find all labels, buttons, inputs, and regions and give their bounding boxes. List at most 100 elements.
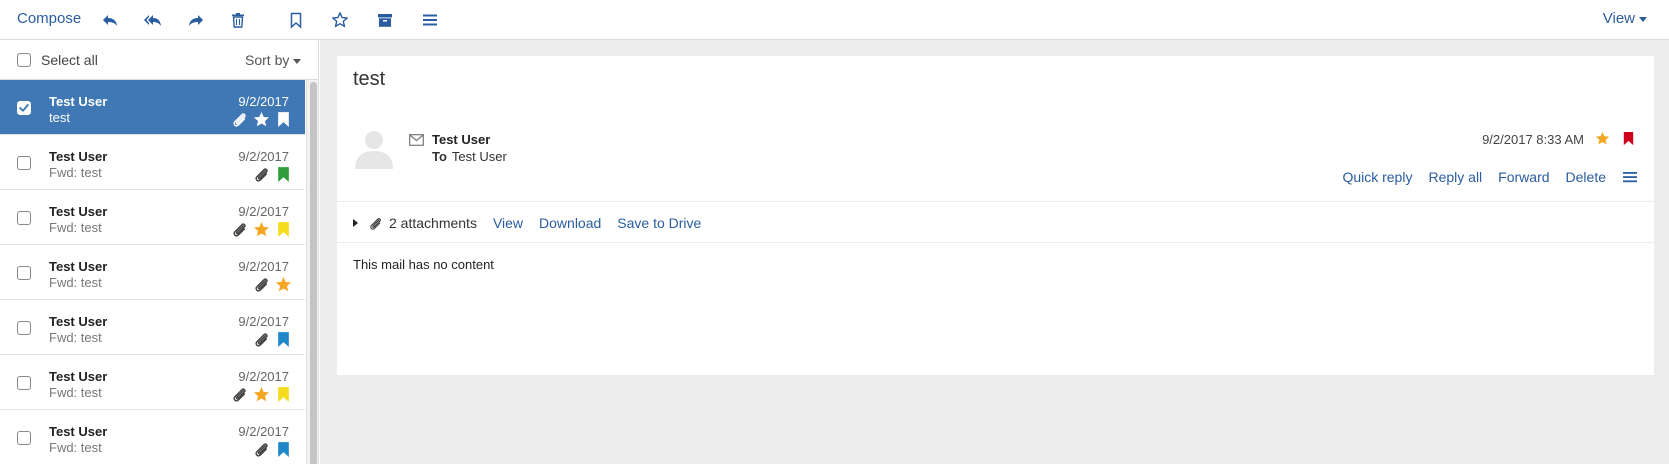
row-date: 9/2/2017 bbox=[238, 204, 289, 219]
reply-all-button[interactable]: Reply all bbox=[1428, 169, 1482, 185]
recipient-name[interactable]: Test User bbox=[452, 149, 507, 164]
attachments-row: 2 attachments View Download Save to Driv… bbox=[353, 215, 717, 231]
to-label: To bbox=[432, 149, 447, 164]
row-checkbox[interactable] bbox=[17, 321, 31, 335]
paperclip-icon bbox=[253, 166, 270, 183]
flag-icon[interactable] bbox=[275, 386, 292, 403]
reply-all-icon[interactable] bbox=[144, 11, 162, 29]
reply-icon[interactable] bbox=[101, 11, 119, 29]
envelope-icon bbox=[409, 133, 424, 146]
row-date: 9/2/2017 bbox=[238, 424, 289, 439]
row-checkbox[interactable] bbox=[17, 376, 31, 390]
trash-icon[interactable] bbox=[229, 11, 247, 29]
select-all-checkbox[interactable] bbox=[17, 53, 31, 67]
message-list-panel: Select all Sort by Test User test 9/2/2017… bbox=[0, 40, 319, 464]
view-label: View bbox=[1602, 10, 1635, 27]
row-subject: Fwd: test bbox=[49, 220, 102, 235]
message-list-item[interactable]: Test User Fwd: test 9/2/2017 bbox=[0, 355, 305, 410]
paperclip-icon bbox=[253, 276, 270, 293]
row-status-icons bbox=[231, 220, 292, 238]
menu-icon[interactable] bbox=[421, 11, 439, 29]
row-sender: Test User bbox=[49, 149, 108, 164]
message-list-item[interactable]: Test User Fwd: test 9/2/2017 bbox=[0, 245, 305, 300]
quick-reply-button[interactable]: Quick reply bbox=[1342, 169, 1412, 185]
message-card: test Test User To Test User 9/2/2017 8:33… bbox=[337, 56, 1654, 375]
sort-by-button[interactable]: Sort by bbox=[245, 52, 302, 68]
row-status-icons bbox=[231, 110, 292, 128]
list-scrollbar[interactable] bbox=[306, 80, 318, 464]
row-sender: Test User bbox=[49, 94, 108, 109]
row-date: 9/2/2017 bbox=[238, 259, 289, 274]
forward-icon[interactable] bbox=[187, 11, 205, 29]
star-icon[interactable] bbox=[331, 11, 349, 29]
row-sender: Test User bbox=[49, 204, 108, 219]
row-checkbox[interactable] bbox=[17, 431, 31, 445]
star-icon[interactable] bbox=[253, 221, 270, 238]
download-attachments-link[interactable]: Download bbox=[539, 215, 601, 231]
sender-name[interactable]: Test User bbox=[432, 132, 490, 147]
paperclip-icon bbox=[253, 331, 270, 348]
compose-button[interactable]: Compose bbox=[17, 10, 81, 27]
row-sender: Test User bbox=[49, 314, 108, 329]
message-list-item[interactable]: Test User Fwd: test 9/2/2017 bbox=[0, 135, 305, 190]
divider bbox=[337, 242, 1654, 243]
row-status-icons bbox=[253, 275, 292, 293]
view-attachments-link[interactable]: View bbox=[493, 215, 523, 231]
row-date: 9/2/2017 bbox=[238, 94, 289, 109]
paperclip-icon bbox=[253, 441, 270, 458]
flag-icon[interactable] bbox=[1621, 131, 1636, 146]
flag-icon[interactable] bbox=[275, 166, 292, 183]
scrollbar-thumb[interactable] bbox=[310, 82, 317, 464]
row-checkbox[interactable] bbox=[17, 211, 31, 225]
message-list: Test User test 9/2/2017 Test User Fwd: test 9… bbox=[0, 80, 305, 464]
flag-icon[interactable] bbox=[275, 111, 292, 128]
view-menu-button[interactable]: View bbox=[1603, 10, 1647, 27]
row-checkbox[interactable] bbox=[17, 266, 31, 280]
select-all-label: Select all bbox=[41, 52, 98, 68]
row-subject: test bbox=[49, 110, 70, 125]
row-subject: Fwd: test bbox=[49, 165, 102, 180]
archive-icon[interactable] bbox=[376, 11, 394, 29]
list-header: Select all Sort by bbox=[0, 40, 318, 80]
row-status-icons bbox=[253, 330, 292, 348]
chevron-down-icon bbox=[1639, 16, 1647, 22]
row-date: 9/2/2017 bbox=[238, 314, 289, 329]
row-checkbox[interactable] bbox=[17, 101, 31, 115]
paperclip-icon bbox=[368, 216, 383, 231]
row-sender: Test User bbox=[49, 424, 108, 439]
forward-button[interactable]: Forward bbox=[1498, 169, 1549, 185]
toolbar: Compose View bbox=[0, 0, 1669, 40]
message-list-item[interactable]: Test User Fwd: test 9/2/2017 bbox=[0, 190, 305, 245]
flag-icon[interactable] bbox=[275, 221, 292, 238]
message-list-item[interactable]: Test User Fwd: test 9/2/2017 bbox=[0, 410, 305, 464]
row-subject: Fwd: test bbox=[49, 330, 102, 345]
more-menu-icon[interactable] bbox=[1622, 169, 1638, 185]
message-list-item[interactable]: Test User Fwd: test 9/2/2017 bbox=[0, 300, 305, 355]
star-icon[interactable] bbox=[253, 111, 270, 128]
bookmark-icon[interactable] bbox=[287, 11, 305, 29]
attachment-count: 2 attachments bbox=[389, 215, 477, 231]
expand-caret-icon[interactable] bbox=[353, 219, 358, 227]
divider bbox=[337, 201, 1654, 202]
recipient-line: To Test User bbox=[432, 149, 507, 164]
row-sender: Test User bbox=[49, 259, 108, 274]
message-subject: test bbox=[353, 68, 386, 90]
star-icon[interactable] bbox=[275, 276, 292, 293]
row-date: 9/2/2017 bbox=[238, 369, 289, 384]
flag-icon[interactable] bbox=[275, 441, 292, 458]
message-list-item[interactable]: Test User test 9/2/2017 bbox=[0, 80, 305, 135]
save-to-drive-link[interactable]: Save to Drive bbox=[617, 215, 701, 231]
row-date: 9/2/2017 bbox=[238, 149, 289, 164]
paperclip-icon bbox=[231, 111, 248, 128]
delete-button[interactable]: Delete bbox=[1566, 169, 1606, 185]
row-checkbox[interactable] bbox=[17, 156, 31, 170]
chevron-down-icon bbox=[293, 58, 302, 64]
paperclip-icon bbox=[231, 221, 248, 238]
reading-pane: test Test User To Test User 9/2/2017 8:33… bbox=[320, 40, 1669, 464]
paperclip-icon bbox=[231, 386, 248, 403]
row-status-icons bbox=[231, 385, 292, 403]
star-icon[interactable] bbox=[253, 386, 270, 403]
row-subject: Fwd: test bbox=[49, 385, 102, 400]
flag-icon[interactable] bbox=[275, 331, 292, 348]
star-icon[interactable] bbox=[1595, 131, 1610, 146]
